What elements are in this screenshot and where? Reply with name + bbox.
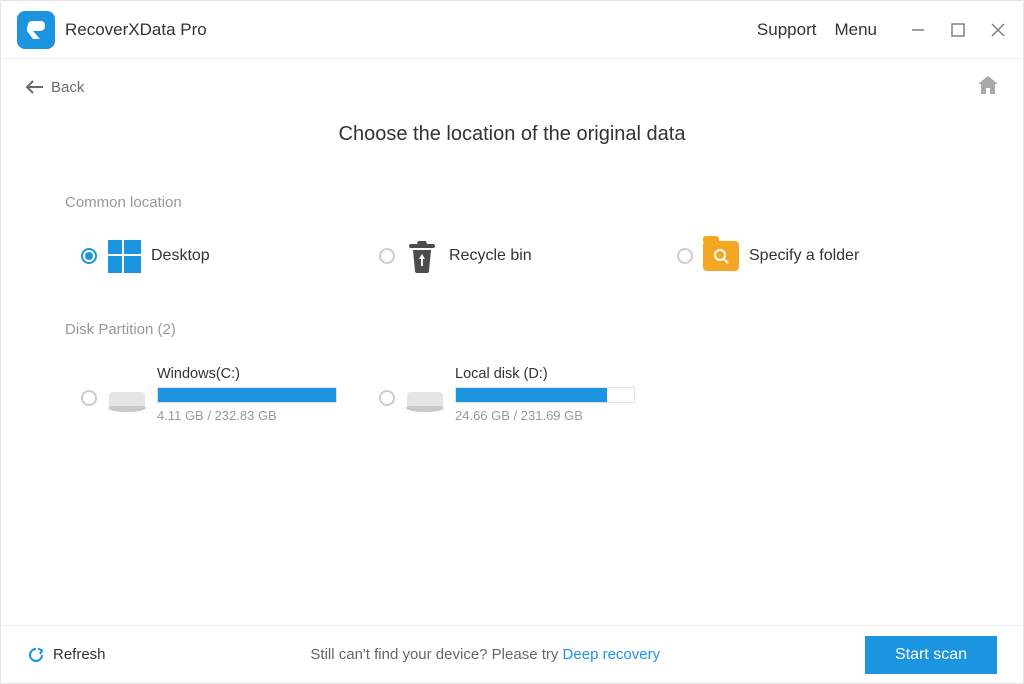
menu-link[interactable]: Menu xyxy=(834,20,877,40)
main-content: Choose the location of the original data… xyxy=(1,115,1023,625)
refresh-button[interactable]: Refresh xyxy=(27,646,106,664)
bottom-hint: Still can't find your device? Please try… xyxy=(106,646,865,663)
common-section-label: Common location xyxy=(65,194,959,211)
refresh-icon xyxy=(27,646,45,664)
logo-icon xyxy=(23,17,49,43)
back-arrow-icon xyxy=(25,79,45,95)
hint-text: Still can't find your device? Please try xyxy=(310,646,562,663)
partition-d-name: Local disk (D:) xyxy=(455,366,635,382)
close-button[interactable] xyxy=(989,21,1007,39)
radio-specify-folder[interactable] xyxy=(677,248,693,264)
back-button[interactable]: Back xyxy=(25,79,84,96)
specify-label: Specify a folder xyxy=(749,247,859,265)
partition-c-fill xyxy=(158,388,336,402)
titlebar: RecoverXData Pro Support Menu xyxy=(1,1,1023,59)
bottombar: Refresh Still can't find your device? Pl… xyxy=(1,625,1023,683)
page-title: Choose the location of the original data xyxy=(65,123,959,146)
folder-search-icon xyxy=(703,241,739,271)
minimize-button[interactable] xyxy=(909,21,927,39)
radio-desktop[interactable] xyxy=(81,248,97,264)
recycle-label: Recycle bin xyxy=(449,247,532,265)
app-logo xyxy=(17,11,55,49)
topbar: Back xyxy=(1,59,1023,115)
radio-partition-d[interactable] xyxy=(379,390,395,406)
disk-icon xyxy=(107,386,147,414)
partition-d-size: 24.66 GB / 231.69 GB xyxy=(455,408,635,423)
radio-partition-c[interactable] xyxy=(81,390,97,406)
partition-c-progress xyxy=(157,387,337,403)
partition-d[interactable]: Local disk (D:) 24.66 GB / 231.69 GB xyxy=(363,366,661,423)
partition-c[interactable]: Windows(C:) 4.11 GB / 232.83 GB xyxy=(65,366,363,423)
option-desktop[interactable]: Desktop xyxy=(65,239,363,273)
option-specify-folder[interactable]: Specify a folder xyxy=(661,239,959,273)
partition-d-fill xyxy=(456,388,607,402)
option-recycle-bin[interactable]: Recycle bin xyxy=(363,239,661,273)
partition-c-name: Windows(C:) xyxy=(157,366,337,382)
refresh-label: Refresh xyxy=(53,646,106,663)
recycle-bin-icon xyxy=(405,239,439,273)
support-link[interactable]: Support xyxy=(757,20,817,40)
windows-icon xyxy=(107,239,141,273)
disk-partitions: Windows(C:) 4.11 GB / 232.83 GB Local di… xyxy=(65,366,959,423)
disk-icon xyxy=(405,386,445,414)
partition-c-size: 4.11 GB / 232.83 GB xyxy=(157,408,337,423)
deep-recovery-link[interactable]: Deep recovery xyxy=(563,646,661,663)
desktop-label: Desktop xyxy=(151,247,210,265)
start-scan-button[interactable]: Start scan xyxy=(865,636,997,674)
home-button[interactable] xyxy=(977,75,999,100)
maximize-button[interactable] xyxy=(949,21,967,39)
disk-section-label: Disk Partition (2) xyxy=(65,321,959,338)
radio-recycle-bin[interactable] xyxy=(379,248,395,264)
back-label: Back xyxy=(51,79,84,96)
common-locations: Desktop Recycle bin Speci xyxy=(65,239,959,273)
partition-d-progress xyxy=(455,387,635,403)
app-title: RecoverXData Pro xyxy=(65,20,207,40)
